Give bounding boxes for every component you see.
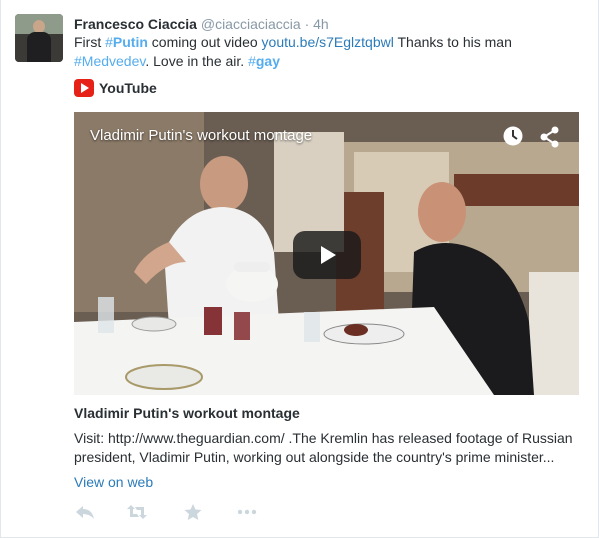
play-button[interactable] — [293, 231, 361, 279]
tweet-text-part: Thanks to his man — [393, 34, 512, 50]
reply-icon[interactable] — [74, 503, 96, 521]
tweet-text-part: . Love in the air. — [145, 53, 249, 69]
avatar[interactable] — [15, 14, 63, 62]
card-description: Visit: http://www.theguardian.com/ .The … — [74, 430, 573, 465]
header-separator: · — [304, 16, 310, 32]
tweet-timestamp[interactable]: 4h — [313, 16, 329, 32]
tweet-text: First #Putin coming out video youtu.be/s… — [74, 33, 579, 71]
tweet-header: Francesco Ciaccia @ciacciaciaccia · 4h — [74, 15, 329, 33]
watch-later-icon[interactable] — [503, 126, 523, 146]
card-provider[interactable]: YouTube — [74, 79, 157, 97]
author-handle[interactable]: @ciacciaciaccia — [201, 16, 301, 32]
card-title[interactable]: Vladimir Putin's workout montage — [74, 405, 300, 421]
tweet-text-part: First — [74, 34, 106, 50]
hashtag-putin-word: Putin — [112, 34, 148, 50]
share-icon[interactable] — [540, 126, 560, 148]
youtube-logo-icon — [74, 79, 94, 97]
avatar-torso — [27, 32, 51, 62]
hashtag-medvedev[interactable]: #Medvedev — [74, 53, 145, 69]
view-on-web-link[interactable]: View on web — [74, 474, 153, 490]
hashtag-putin[interactable]: #Putin — [105, 34, 148, 50]
tweet-text-part: coming out video — [147, 34, 262, 50]
hashtag-gay[interactable]: #gay — [248, 53, 280, 69]
provider-name: YouTube — [99, 80, 157, 96]
retweet-icon[interactable] — [126, 503, 148, 521]
video-title[interactable]: Vladimir Putin's workout montage — [90, 127, 312, 144]
favorite-icon[interactable] — [182, 503, 204, 521]
author-fullname[interactable]: Francesco Ciaccia — [74, 16, 197, 32]
video-player[interactable]: Vladimir Putin's workout montage — [74, 112, 579, 395]
hashtag-gay-word: gay — [255, 53, 280, 69]
youtube-link[interactable]: youtu.be/s7Eglztqbwl — [262, 34, 394, 50]
tweet[interactable]: Francesco Ciaccia @ciacciaciaccia · 4h F… — [0, 0, 599, 538]
more-icon[interactable] — [236, 503, 258, 521]
